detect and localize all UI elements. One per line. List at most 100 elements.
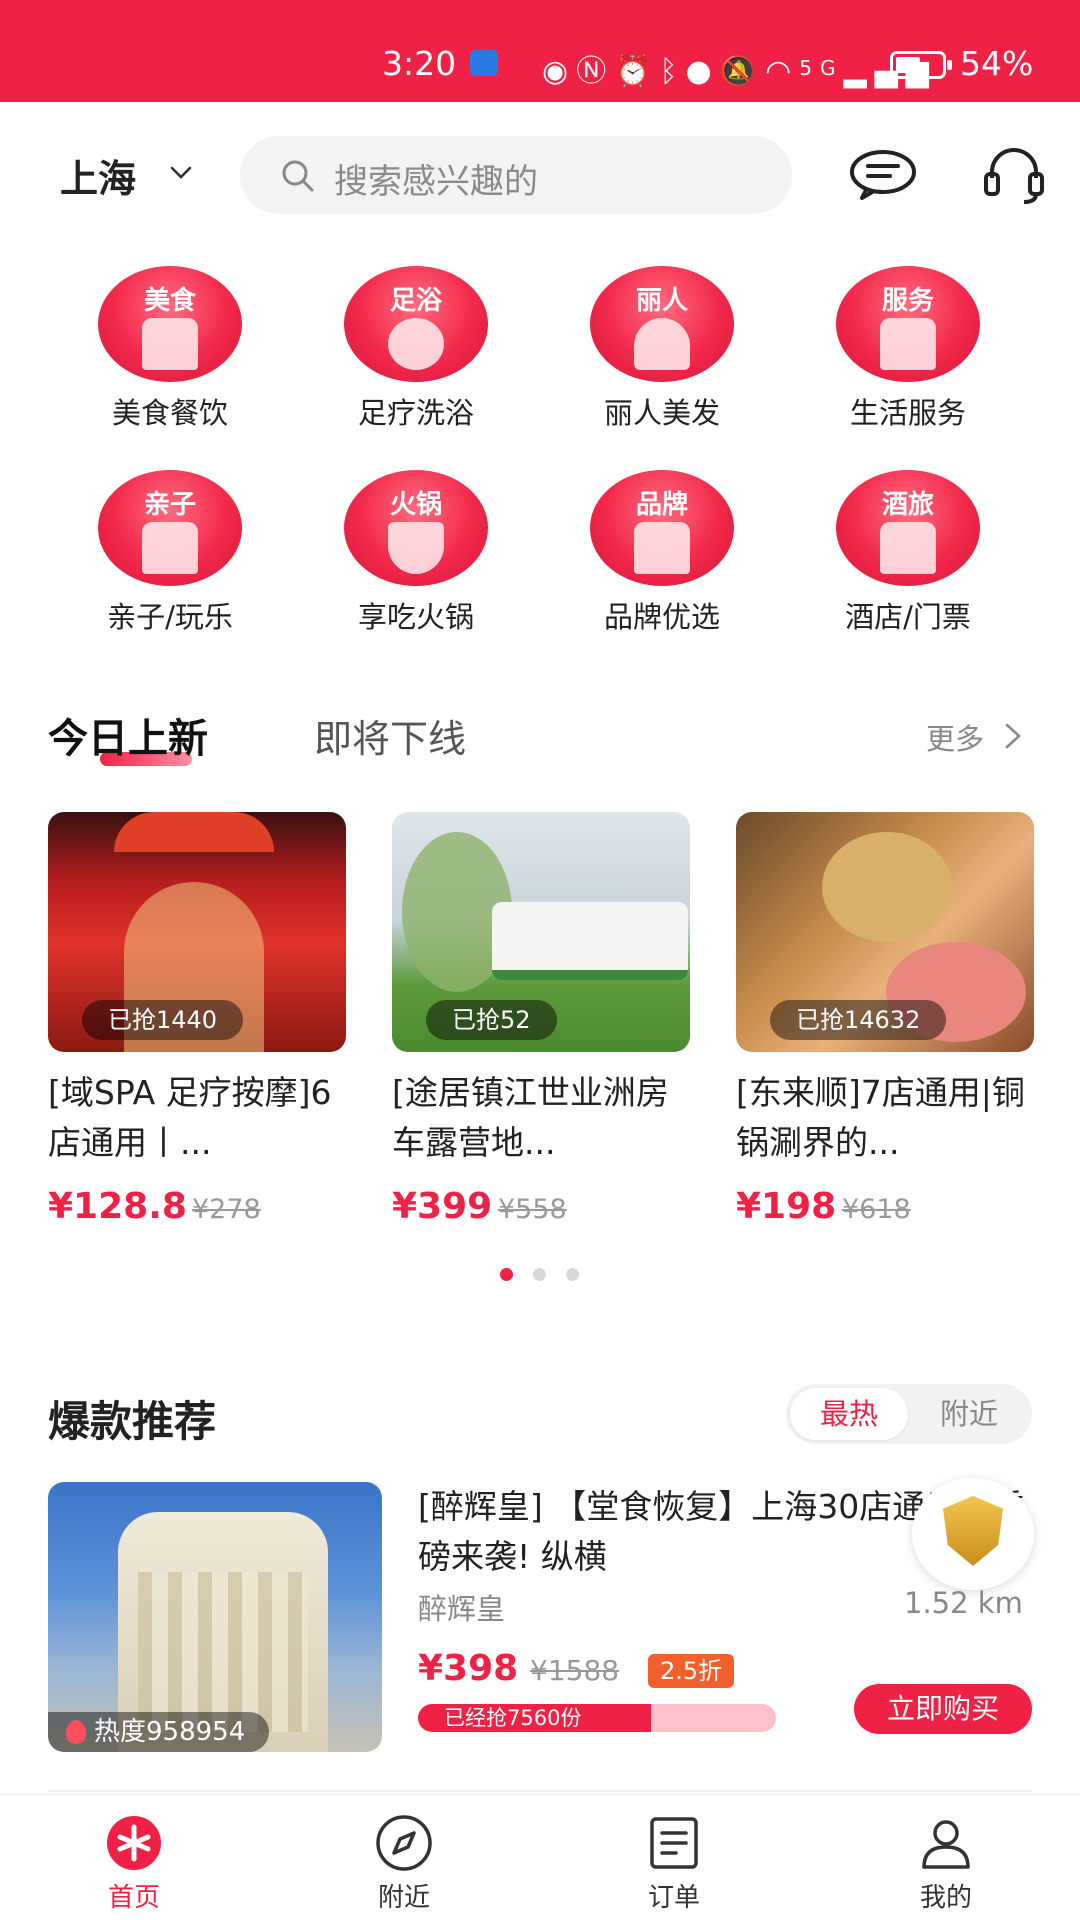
- app-notification-icon: [470, 50, 498, 76]
- chevron-down-icon[interactable]: [170, 162, 192, 184]
- search-icon: [282, 160, 314, 192]
- nav-label: 附近: [377, 1883, 430, 1913]
- sort-hottest-button[interactable]: 最热: [790, 1388, 908, 1440]
- rocking-horse-icon: 亲子: [98, 470, 242, 586]
- section-title-hot: 爆款推荐: [48, 1397, 217, 1446]
- status-time: 3:20: [382, 44, 457, 83]
- chevron-right-icon[interactable]: [1002, 722, 1024, 750]
- compass-icon: [376, 1815, 432, 1871]
- eye-icon: ◉: [542, 54, 577, 89]
- category-label: 亲子/玩乐: [107, 600, 233, 634]
- battery-percent: 54%: [960, 44, 1034, 83]
- shop-icon: 服务: [836, 266, 980, 382]
- deal-original-price: ¥1588: [530, 1654, 620, 1687]
- product-original-price: ¥618: [842, 1194, 911, 1225]
- battery-icon: [890, 51, 952, 79]
- battery-fill: [896, 57, 920, 73]
- product-image: 已抢52: [392, 812, 690, 1052]
- product-card[interactable]: 已抢14632 [东来顺]7店通用|铜锅涮界的... ¥198 ¥618: [736, 812, 1034, 1242]
- nav-nearby[interactable]: 附近: [304, 1795, 504, 1920]
- carousel-dot[interactable]: [566, 1268, 579, 1281]
- sold-count: 已抢1440: [82, 1000, 244, 1040]
- deal-image[interactable]: 热度958954: [48, 1482, 382, 1752]
- sold-progress-bar: 已经抢7560份: [418, 1704, 776, 1732]
- heat-badge: 热度958954: [48, 1712, 270, 1752]
- status-bar: 3:20 ◉Ⓝ⏰ᛒ●🔕◠5G▂▄▆ 54%: [0, 0, 1080, 102]
- profile-icon: [922, 1820, 970, 1869]
- category-hotel[interactable]: 酒旅 酒店/门票: [808, 470, 1008, 650]
- category-beauty[interactable]: 丽人 丽人美发: [562, 266, 762, 446]
- gold-shield-badge-icon[interactable]: [912, 1478, 1034, 1590]
- tab-going-offline[interactable]: 即将下线: [314, 708, 466, 763]
- sold-count: 已抢52: [426, 1000, 557, 1040]
- search-placeholder: 搜索感兴趣的: [334, 162, 538, 202]
- more-link[interactable]: 更多: [926, 716, 984, 758]
- buy-now-button[interactable]: 立即购买: [854, 1684, 1032, 1734]
- product-price: ¥128.8: [48, 1186, 187, 1227]
- home-logo-icon: [107, 1816, 161, 1870]
- search-bar[interactable]: 搜索感兴趣的: [240, 136, 792, 214]
- product-title: [东来顺]7店通用|铜锅涮界的...: [736, 1073, 1025, 1162]
- discount-badge: 2.5折: [648, 1654, 735, 1688]
- category-life-service[interactable]: 服务 生活服务: [808, 266, 1008, 446]
- divider: [48, 1790, 1032, 1792]
- sort-nearby-button[interactable]: 附近: [910, 1388, 1028, 1440]
- foot-icon: 足浴: [344, 266, 488, 382]
- fork-food-icon: 美食: [98, 266, 242, 382]
- nav-profile[interactable]: 我的: [846, 1795, 1046, 1920]
- product-original-price: ¥278: [192, 1194, 261, 1225]
- customer-service-icon[interactable]: [982, 144, 1046, 206]
- sold-count: 已抢14632: [770, 1000, 947, 1040]
- category-kids[interactable]: 亲子 亲子/玩乐: [70, 470, 270, 650]
- category-hotpot[interactable]: 火锅 享吃火锅: [316, 470, 516, 650]
- alarm-icon: ⏰: [614, 54, 660, 89]
- wifi-icon: ◠: [765, 54, 800, 89]
- tab-new-today[interactable]: 今日上新: [48, 706, 208, 764]
- sort-toggle: 最热 附近: [786, 1384, 1032, 1444]
- crown-icon: 品牌: [590, 470, 734, 586]
- nav-label: 我的: [919, 1883, 972, 1913]
- category-label: 品牌优选: [603, 600, 720, 634]
- signal-icon: 5G: [799, 56, 844, 80]
- deal-distance: 1.52 km: [904, 1586, 1023, 1620]
- product-price: ¥198: [736, 1186, 837, 1227]
- city-selector[interactable]: 上海: [60, 148, 136, 203]
- product-image: 已抢1440: [48, 812, 346, 1052]
- nav-home[interactable]: 首页: [34, 1795, 234, 1920]
- product-title: [途居镇江世业洲房车露营地...: [392, 1073, 669, 1162]
- order-list-icon: [650, 1817, 698, 1869]
- message-icon[interactable]: [848, 148, 918, 200]
- category-label: 丽人美发: [603, 396, 720, 430]
- nav-label: 订单: [647, 1883, 700, 1913]
- product-price: ¥399: [392, 1186, 493, 1227]
- location-icon: ●: [685, 54, 720, 89]
- nav-label: 首页: [107, 1883, 160, 1913]
- carousel-dot[interactable]: [500, 1268, 513, 1281]
- carousel-dot[interactable]: [533, 1268, 546, 1281]
- deal-price: ¥398: [418, 1648, 519, 1689]
- category-label: 生活服务: [849, 396, 966, 430]
- bottom-nav: 首页 附近 订单 我的: [0, 1794, 1080, 1920]
- carousel-indicator: [500, 1268, 580, 1282]
- nfc-icon: Ⓝ: [576, 54, 615, 89]
- bluetooth-icon: ᛒ: [659, 54, 686, 89]
- product-original-price: ¥558: [498, 1194, 567, 1225]
- category-label: 美食餐饮: [111, 396, 228, 430]
- category-foot-bath[interactable]: 足浴 足疗洗浴: [316, 266, 516, 446]
- lady-icon: 丽人: [590, 266, 734, 382]
- product-card[interactable]: 已抢1440 [域SPA 足疗按摩]6店通用丨... ¥128.8 ¥278: [48, 812, 346, 1242]
- category-brand[interactable]: 品牌 品牌优选: [562, 470, 762, 650]
- status-icons: ◉Ⓝ⏰ᛒ●🔕◠5G▂▄▆: [542, 54, 937, 89]
- category-label: 足疗洗浴: [357, 396, 474, 430]
- product-title: [域SPA 足疗按摩]6店通用丨...: [48, 1073, 332, 1162]
- nav-orders[interactable]: 订单: [574, 1795, 774, 1920]
- progress-text: 已经抢7560份: [444, 1706, 582, 1730]
- category-label: 酒店/门票: [845, 600, 971, 634]
- hotpot-icon: 火锅: [344, 470, 488, 586]
- category-label: 享吃火锅: [357, 600, 474, 634]
- product-card[interactable]: 已抢52 [途居镇江世业洲房车露营地... ¥399 ¥558: [392, 812, 690, 1242]
- deal-shop-name: 醉辉皇: [418, 1592, 506, 1626]
- category-food[interactable]: 美食 美食餐饮: [70, 266, 270, 446]
- hotel-icon: 酒旅: [836, 470, 980, 586]
- mute-icon: 🔕: [719, 54, 766, 89]
